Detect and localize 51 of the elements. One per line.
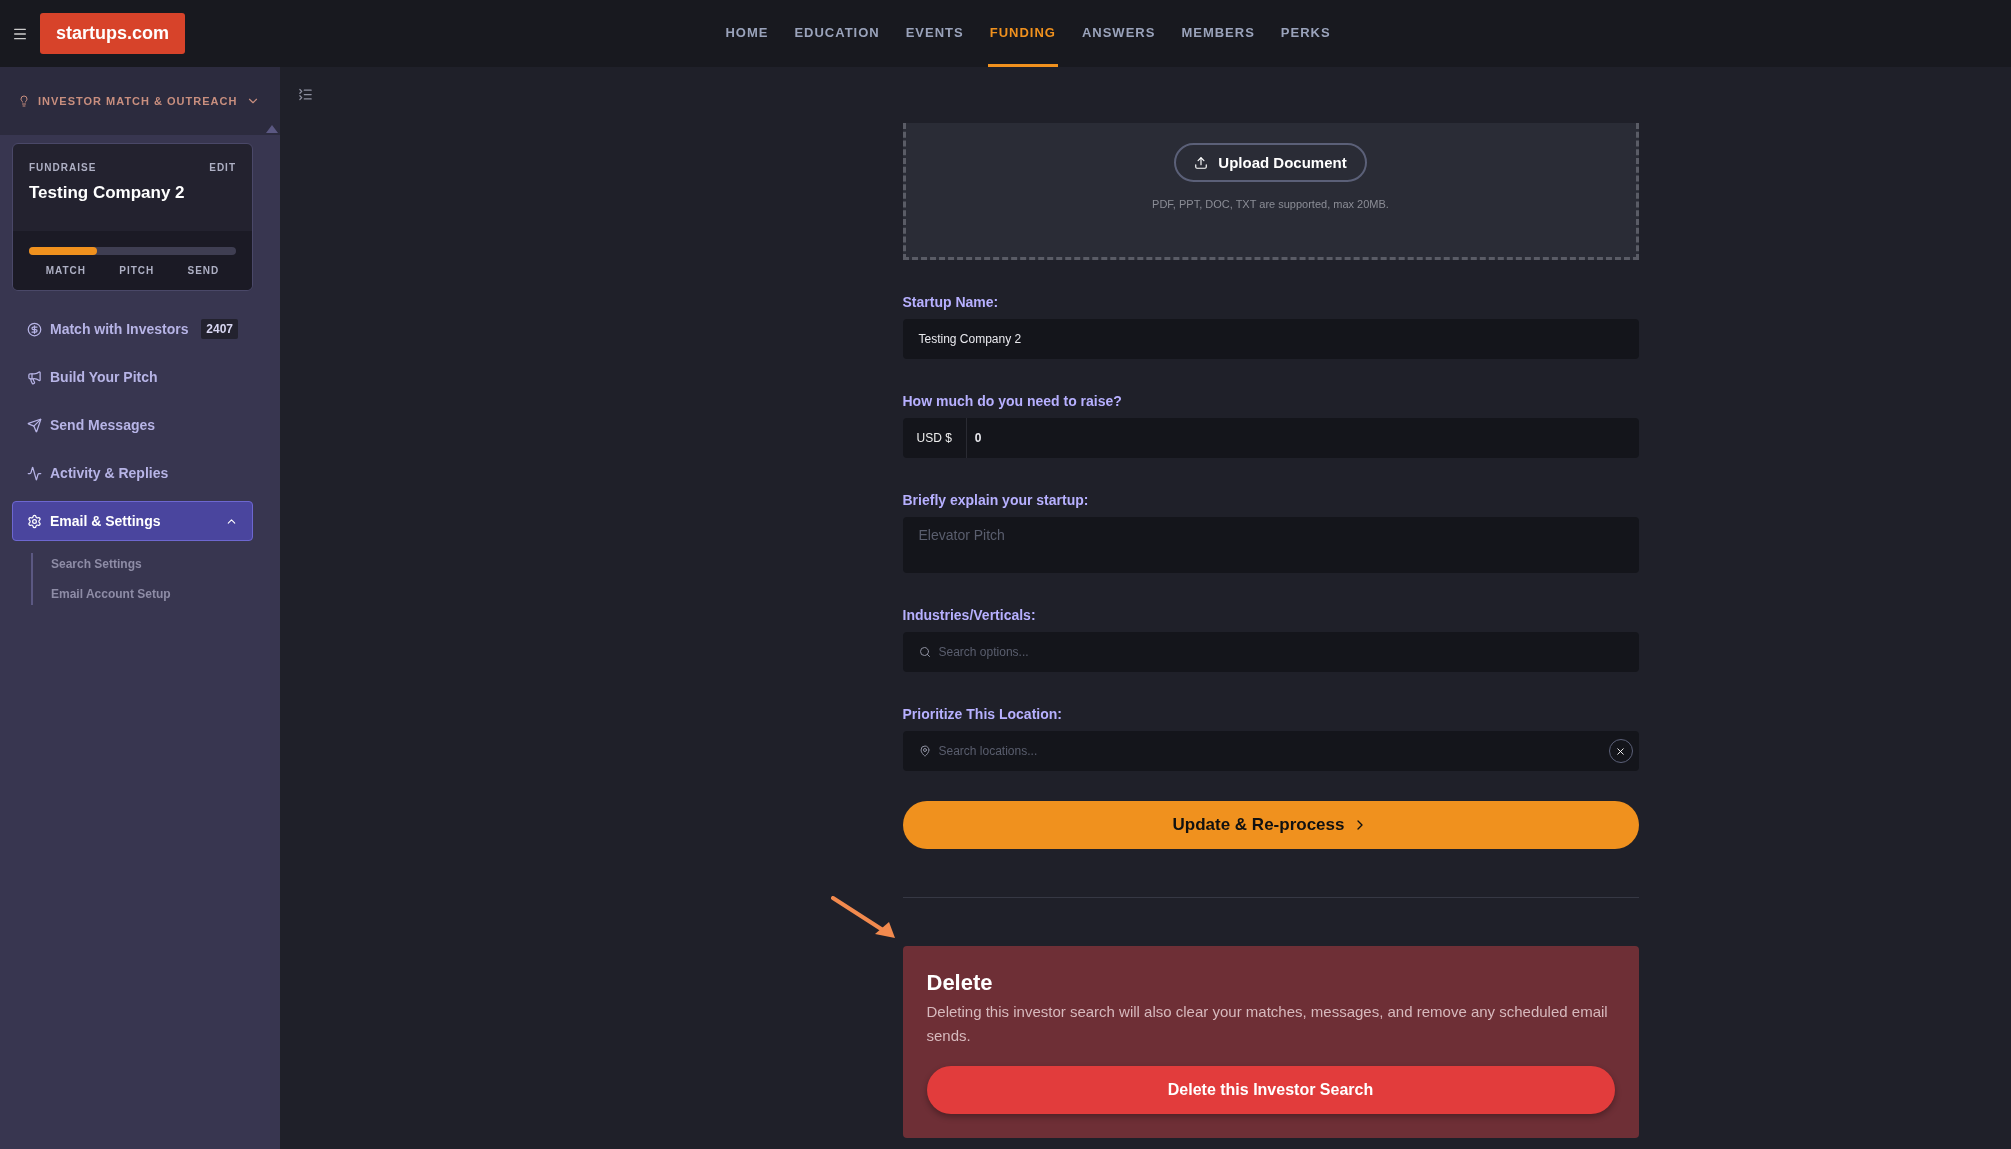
input-field[interactable]: USD $ 0 [902,418,1639,458]
nav-link[interactable]: EVENTS [903,0,966,67]
field-label: Prioritize This Location: [902,706,1063,722]
edit-link[interactable]: EDIT [209,162,236,173]
delete-description: Deleting this investor search will also clear your matches, messages, and remove any scheduled email sends. [926,1002,1609,1046]
nav-link[interactable]: PERKS [1278,0,1333,67]
input-field[interactable]: Testing Company 2 [902,319,1639,359]
upload-dropzone[interactable]: Upload Document PDF, PPT, DOC, TXT are supported, max 20MB. [902,123,1639,260]
card-title: Testing Company 2 [29,183,186,203]
activity-icon [27,465,42,481]
step-label: MATCH [45,265,86,276]
collapse-sidebar-icon[interactable] [298,87,313,102]
sidebar-item[interactable]: Send Messages [12,405,253,445]
upload-button[interactable]: Upload Document [1174,143,1367,182]
upload-icon [1194,155,1209,170]
sidebar-item[interactable]: Match with Investors 2407 [12,309,253,349]
nav-link[interactable]: HOME [723,0,771,67]
field-label: Industries/Verticals: [902,607,1037,623]
annotation-arrow [830,896,897,940]
nav-link[interactable]: EDUCATION [792,0,882,67]
search-icon [918,646,931,658]
megaphone-icon [27,369,42,385]
delete-title: Delete [926,970,994,996]
brand-logo[interactable]: startups.com [40,13,186,54]
section-header[interactable]: INVESTOR MATCH & OUTREACH [0,67,280,135]
delete-button[interactable]: Delete this Investor Search [926,1066,1615,1114]
field-label: Briefly explain your startup: [902,492,1090,508]
sidebar-subitem[interactable]: Search Settings [33,557,280,571]
step-label: PITCH [119,265,155,276]
card-label: FUNDRAISE [29,162,97,173]
nav-link[interactable]: ANSWERS [1079,0,1158,67]
dollar-icon [27,321,42,337]
sidebar-item[interactable]: Email & Settings [12,501,253,541]
nav-link[interactable]: MEMBERS [1179,0,1257,67]
field-label: How much do you need to raise? [902,393,1123,409]
count-badge: 2407 [201,319,238,339]
sidebar-item[interactable]: Activity & Replies [12,453,253,493]
upload-hint: PDF, PPT, DOC, TXT are supported, max 20MB. [1152,198,1389,210]
sidebar-subitem[interactable]: Email Account Setup [33,587,280,601]
lightbulb-icon [18,95,30,107]
pin-icon [918,745,931,757]
close-icon [1615,745,1626,757]
nav-link[interactable]: FUNDING [987,0,1058,67]
currency-prefix: USD $ [916,418,967,458]
sidebar-item[interactable]: Build Your Pitch [12,357,253,397]
section-title: INVESTOR MATCH & OUTREACH [38,95,238,107]
update-button[interactable]: Update & Re-process [902,801,1639,849]
send-icon [27,417,42,433]
step-label: SEND [187,265,220,276]
field-label: Startup Name: [902,294,1000,310]
settings-icon [27,513,42,529]
